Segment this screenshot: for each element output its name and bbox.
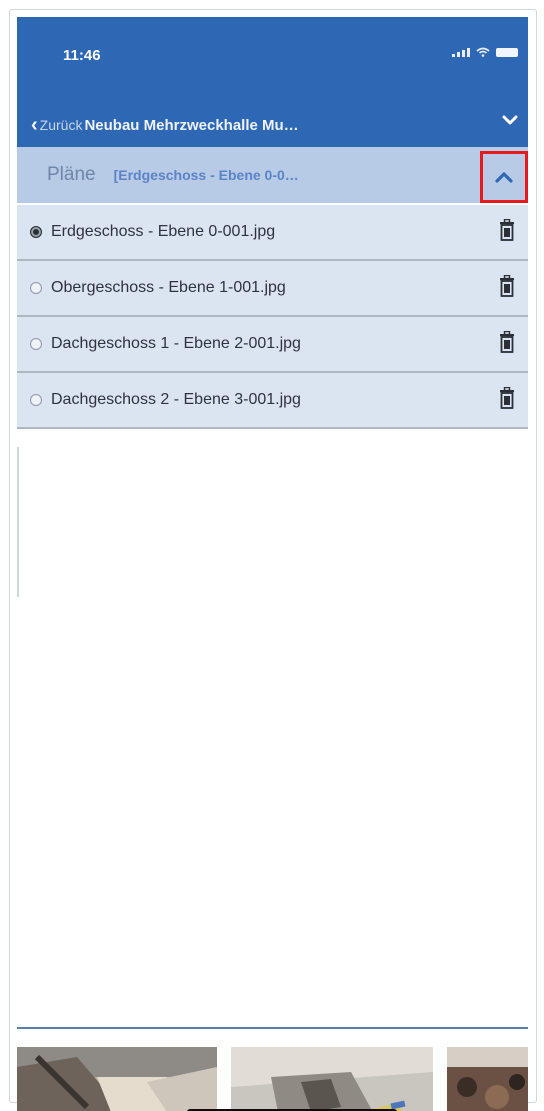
radio-unselected-icon[interactable] (30, 338, 42, 350)
wifi-icon (476, 47, 490, 57)
plan-item-label: Dachgeschoss 2 - Ebene 3-001.jpg (51, 391, 301, 408)
collapse-plans-button[interactable] (480, 151, 528, 203)
status-time: 11:46 (63, 47, 101, 64)
photo-thumbnail[interactable] (231, 1047, 433, 1111)
radio-unselected-icon[interactable] (30, 282, 42, 294)
plans-header[interactable]: Pläne [Erdgeschoss - Ebene 0-0… (17, 147, 528, 203)
plan-item[interactable]: Obergeschoss - Ebene 1-001.jpg (17, 261, 528, 317)
project-title[interactable]: Neubau Mehrzweckhalle Mu… (84, 117, 298, 134)
app-screen: 11:46 ‹ Zurück Neubau Mehrzweckhalle Mu… (17, 17, 528, 1111)
plan-item-label: Erdgeschoss - Ebene 0-001.jpg (51, 223, 276, 240)
thumbnail-divider (17, 1027, 528, 1029)
plan-item[interactable]: Erdgeschoss - Ebene 0-001.jpg (17, 205, 528, 261)
trash-icon[interactable] (498, 275, 516, 297)
chevron-left-icon: ‹ (31, 114, 38, 136)
trash-icon[interactable] (498, 219, 516, 241)
chevron-down-icon[interactable] (502, 114, 518, 126)
plan-item[interactable]: Dachgeschoss 2 - Ebene 3-001.jpg (17, 373, 528, 429)
chevron-up-icon (495, 172, 513, 183)
navigation-bar: ‹ Zurück Neubau Mehrzweckhalle Mu… (17, 112, 528, 138)
current-plan: [Erdgeschoss - Ebene 0-0… (113, 167, 299, 183)
trash-icon[interactable] (498, 331, 516, 353)
plan-item-label: Obergeschoss - Ebene 1-001.jpg (51, 279, 286, 296)
back-button[interactable]: ‹ Zurück (31, 115, 82, 135)
status-icons (452, 47, 518, 57)
battery-icon (496, 47, 518, 57)
top-bar: 11:46 ‹ Zurück Neubau Mehrzweckhalle Mu… (17, 17, 528, 147)
scroll-edge (17, 447, 19, 597)
back-label: Zurück (39, 117, 83, 133)
signal-icon (452, 47, 470, 57)
plans-label: Pläne (47, 164, 96, 185)
radio-unselected-icon[interactable] (30, 394, 42, 406)
trash-icon[interactable] (498, 387, 516, 409)
radio-selected-icon[interactable] (30, 226, 42, 238)
photo-thumbnail[interactable] (17, 1047, 217, 1111)
plan-list: Erdgeschoss - Ebene 0-001.jpg Obergescho… (17, 205, 528, 429)
photo-strip[interactable] (17, 1047, 528, 1111)
plan-item-label: Dachgeschoss 1 - Ebene 2-001.jpg (51, 335, 301, 352)
photo-thumbnail[interactable] (447, 1047, 528, 1111)
plan-item[interactable]: Dachgeschoss 1 - Ebene 2-001.jpg (17, 317, 528, 373)
